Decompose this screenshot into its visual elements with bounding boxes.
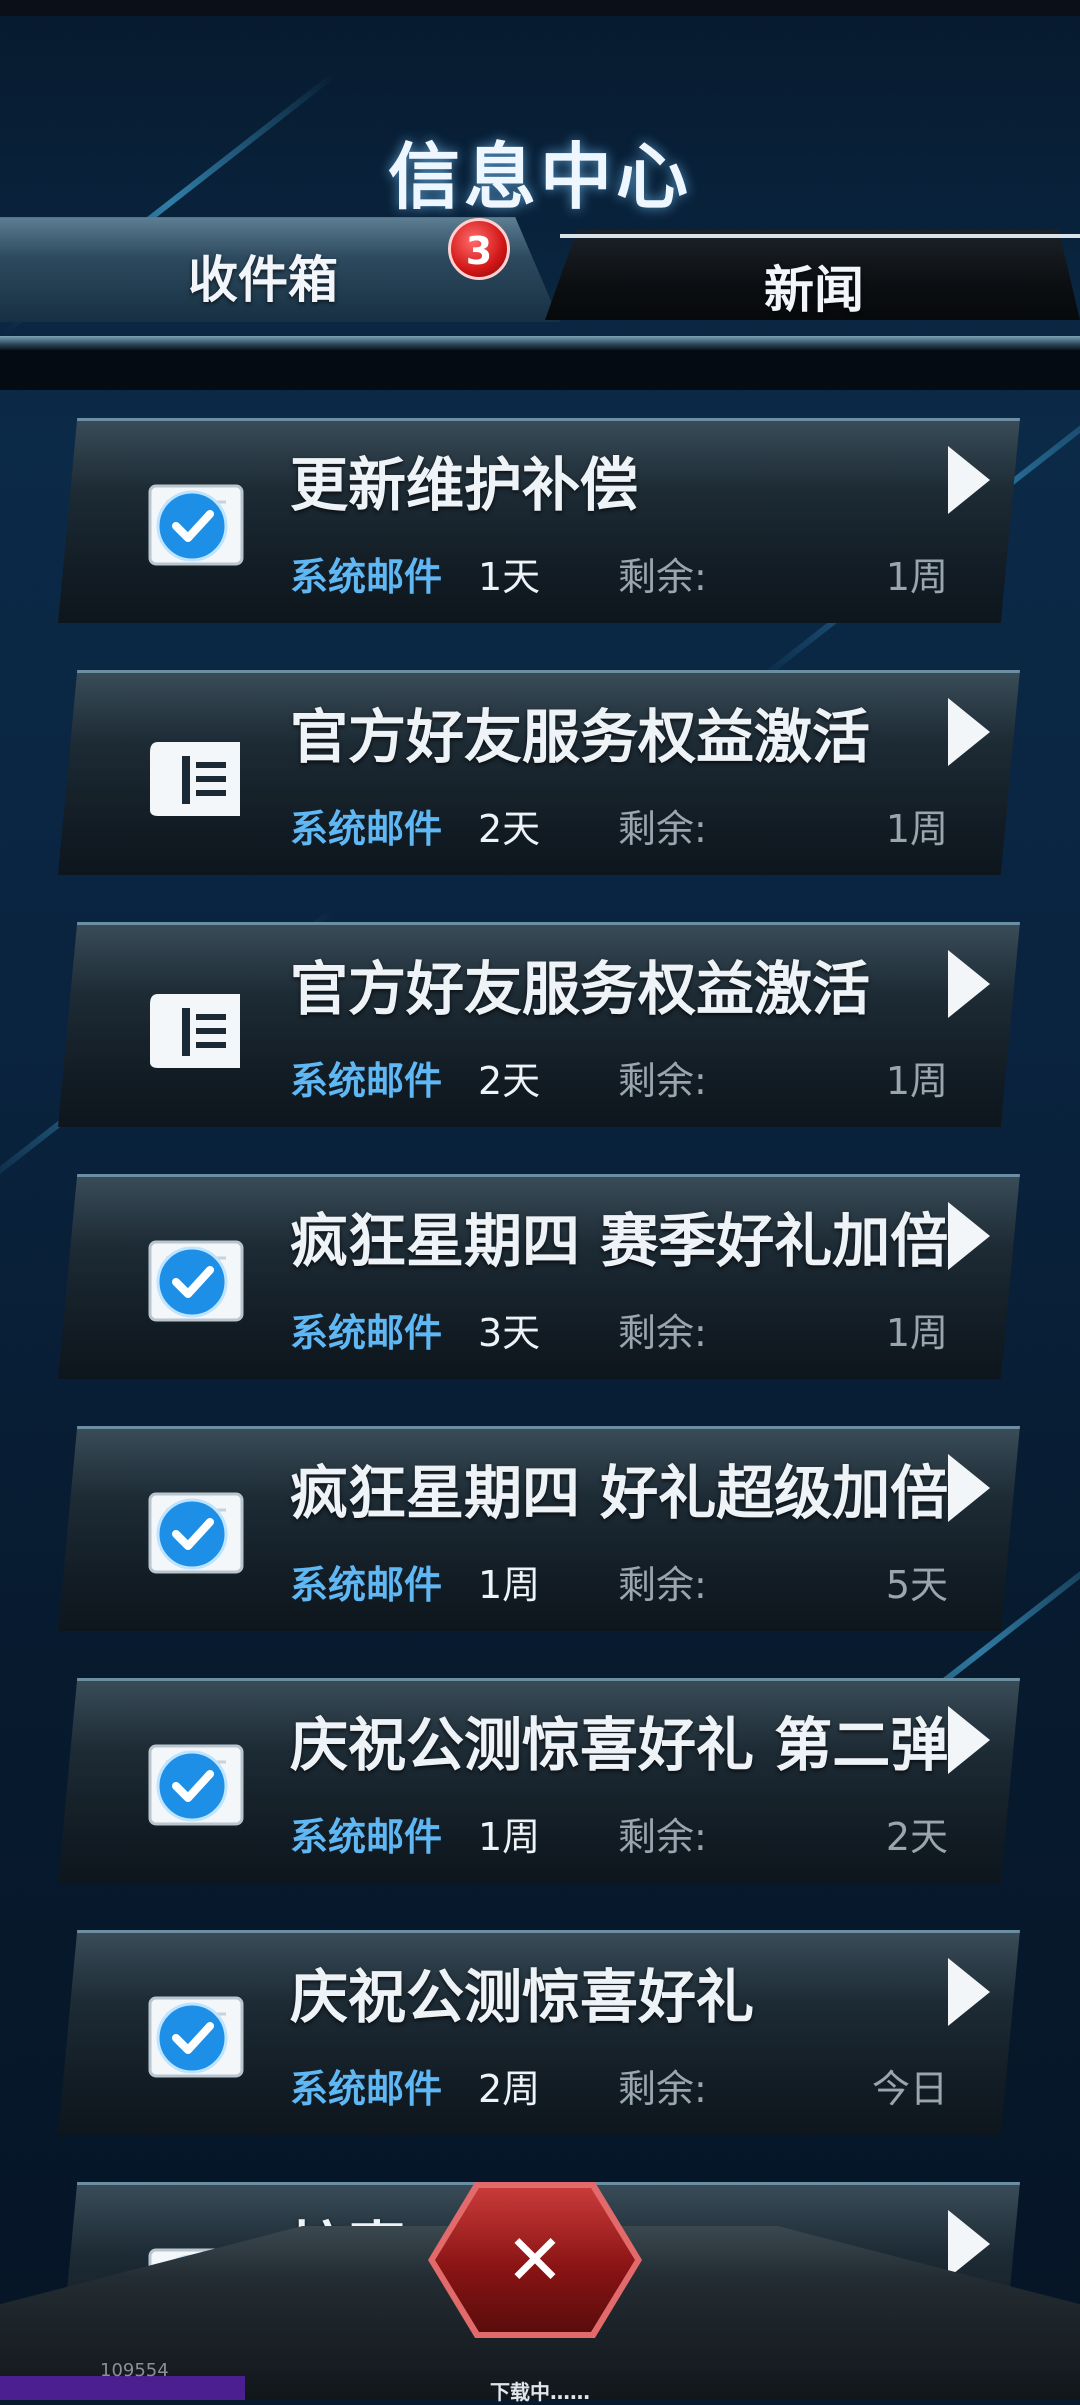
mail-title: 疯狂星期四 赛季好礼加倍: [290, 1207, 949, 1275]
mail-sender: 系统邮件: [290, 1563, 443, 1607]
tab-divider: [0, 336, 1080, 350]
status-bar: [0, 0, 1080, 16]
remaining-value: 1周: [885, 1059, 948, 1103]
remaining-label: 剩余:: [618, 2067, 707, 2111]
mail-title: 庆祝公测惊喜好礼 第二弹: [290, 1711, 949, 1779]
remaining-label: 剩余:: [618, 1059, 707, 1103]
remaining-label: 剩余:: [618, 555, 707, 599]
chevron-right-icon[interactable]: [938, 944, 998, 1024]
chevron-right-icon[interactable]: [938, 1952, 998, 2032]
mail-title: 庆祝公测惊喜好礼: [290, 1963, 755, 2031]
remaining-label: 剩余:: [618, 807, 707, 851]
mail-item[interactable]: 官方好友服务权益激活系统邮件 2天 剩余: 1周: [58, 670, 1020, 875]
close-icon[interactable]: ✕: [435, 2188, 635, 2332]
chevron-right-icon[interactable]: [938, 692, 998, 772]
chevron-right-icon[interactable]: [938, 1448, 998, 1528]
letter-icon: [144, 730, 248, 822]
tab-news-edge: [560, 234, 1080, 238]
unread-badge: 3: [448, 218, 510, 280]
mail-sender: 系统邮件: [290, 807, 443, 851]
check-badge-icon: [144, 478, 248, 570]
chevron-right-icon[interactable]: [938, 1700, 998, 1780]
check-badge-icon: [144, 1234, 248, 1326]
remaining-label: 剩余:: [618, 1311, 707, 1355]
mail-sender: 系统邮件: [290, 555, 443, 599]
mail-age: 1天: [478, 555, 541, 599]
check-badge-icon: [144, 1738, 248, 1830]
letter-icon: [144, 982, 248, 1074]
mail-item[interactable]: 疯狂星期四 好礼超级加倍系统邮件 1周 剩余: 5天: [58, 1426, 1020, 1631]
mail-item[interactable]: 庆祝公测惊喜好礼系统邮件 2周 剩余: 今日: [58, 1930, 1020, 2135]
mail-age: 3天: [478, 1311, 541, 1355]
remaining-value: 今日: [871, 2067, 948, 2111]
mail-age: 2周: [478, 2067, 541, 2111]
tab-news-label[interactable]: 新闻: [764, 250, 864, 322]
mail-item[interactable]: 更新维护补偿系统邮件 1天 剩余: 1周: [58, 418, 1020, 623]
remaining-value: 1周: [885, 555, 948, 599]
remaining-value: 1周: [885, 1311, 948, 1355]
mail-age: 1周: [478, 1563, 541, 1607]
mail-age: 2天: [478, 1059, 541, 1103]
remaining-value: 2天: [885, 1815, 948, 1859]
remaining-label: 剩余:: [618, 1563, 707, 1607]
mail-item[interactable]: 疯狂星期四 赛季好礼加倍系统邮件 3天 剩余: 1周: [58, 1174, 1020, 1379]
remaining-label: 剩余:: [618, 1815, 707, 1859]
mail-title: 官方好友服务权益激活: [290, 955, 871, 1023]
chevron-right-icon[interactable]: [938, 1196, 998, 1276]
mail-title: 更新维护补偿: [290, 451, 639, 519]
remaining-value: 5天: [885, 1563, 948, 1607]
tab-bar: [0, 190, 1080, 340]
mail-sender: 系统邮件: [290, 2067, 443, 2111]
mail-sender: 系统邮件: [290, 1815, 443, 1859]
chevron-right-icon[interactable]: [938, 440, 998, 520]
remaining-value: 1周: [885, 807, 948, 851]
check-badge-icon: [144, 1486, 248, 1578]
mail-title: 官方好友服务权益激活: [290, 703, 871, 771]
mail-sender: 系统邮件: [290, 1059, 443, 1103]
list-top-shade: [0, 350, 1080, 390]
footer-id: 109554: [100, 2360, 169, 2381]
mail-title: 疯狂星期四 好礼超级加倍: [290, 1459, 949, 1527]
mail-age: 2天: [478, 807, 541, 851]
tab-inbox-label[interactable]: 收件箱: [188, 240, 338, 312]
mail-item[interactable]: 庆祝公测惊喜好礼 第二弹系统邮件 1周 剩余: 2天: [58, 1678, 1020, 1883]
check-badge-icon: [144, 1990, 248, 2082]
mail-age: 1周: [478, 1815, 541, 1859]
mail-item[interactable]: 官方好友服务权益激活系统邮件 2天 剩余: 1周: [58, 922, 1020, 1127]
download-status: 下载中……: [490, 2380, 590, 2404]
mail-sender: 系统邮件: [290, 1311, 443, 1355]
